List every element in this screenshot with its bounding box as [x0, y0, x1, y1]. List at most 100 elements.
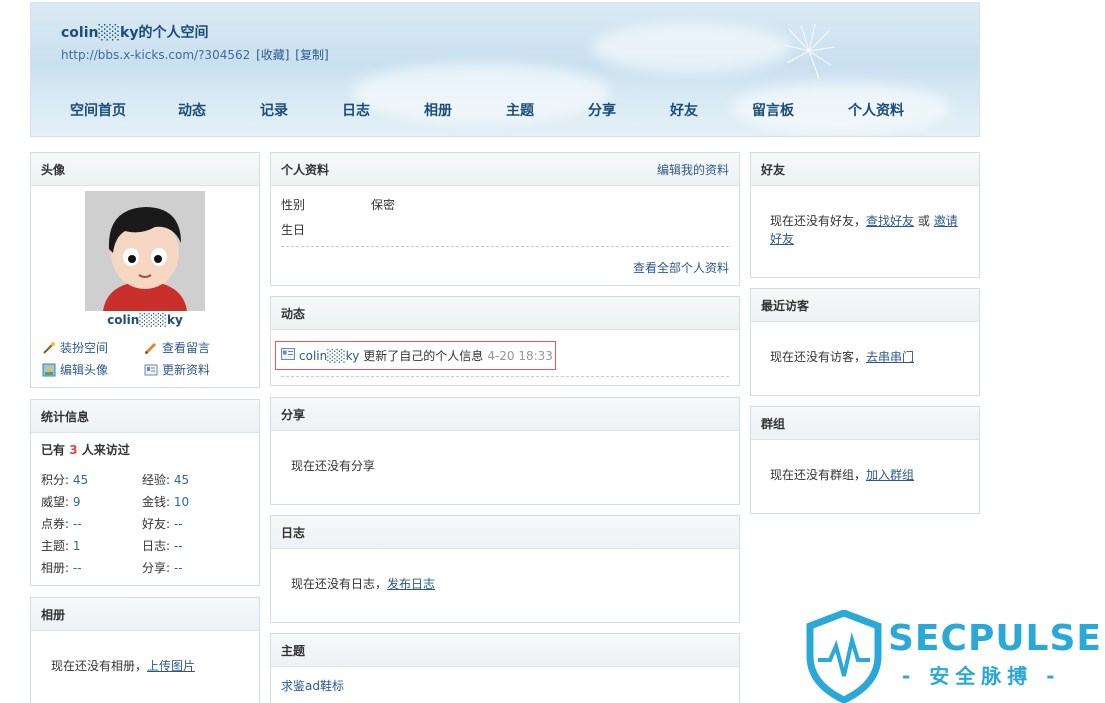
- watermark-brand: SECPULSE: [888, 618, 1103, 659]
- visitors-box: 最近访客 现在还没有访客，去串串门: [750, 288, 980, 396]
- nav-blog[interactable]: 日志: [342, 100, 370, 120]
- groups-empty-text: 现在还没有群组，: [770, 468, 867, 482]
- space-url[interactable]: http://bbs.x-kicks.com/?304562: [61, 48, 250, 62]
- edit-profile-link[interactable]: 编辑我的资料: [657, 161, 729, 178]
- album-empty: 现在还没有相册，上传图片: [31, 631, 259, 691]
- update-profile-action[interactable]: 更新资料: [144, 361, 210, 378]
- stat-coupons: 点券: --: [41, 515, 82, 532]
- profile-box-title: 个人资料: [281, 162, 330, 177]
- visitors-box-header: 最近访客: [751, 289, 979, 322]
- copy-link[interactable]: [复制]: [295, 48, 328, 62]
- nav-friends[interactable]: 好友: [670, 100, 698, 120]
- blog-empty-text: 现在还没有日志，: [291, 577, 388, 591]
- album-box-header: 相册: [31, 598, 259, 631]
- stat-label: 相册:: [41, 561, 70, 575]
- nav-activity[interactable]: 动态: [178, 100, 206, 120]
- go-visit-link[interactable]: 去串串门: [866, 350, 914, 364]
- friends-or-text: 或: [917, 214, 930, 228]
- stat-points: 积分: 45: [41, 471, 88, 488]
- groups-box-header: 群组: [751, 407, 979, 440]
- stat-label: 点券:: [41, 517, 70, 531]
- nav-topics[interactable]: 主题: [506, 100, 534, 120]
- visitors-empty: 现在还没有访客，去串串门: [751, 322, 979, 366]
- nav-share[interactable]: 分享: [588, 100, 616, 120]
- share-box-title: 分享: [281, 407, 306, 422]
- feed-item: colin░░ky 更新了自己的个人信息 4-20 18:33: [275, 341, 556, 370]
- avatar-box-header: 头像: [31, 153, 259, 186]
- decorate-space-label: 装扮空间: [60, 341, 109, 355]
- share-empty: 现在还没有分享: [291, 459, 376, 473]
- nav-profile[interactable]: 个人资料: [848, 100, 904, 120]
- stat-value: 45: [72, 473, 89, 487]
- avatar-cartoon-icon: [85, 191, 205, 311]
- stat-friends: 好友: --: [142, 515, 183, 532]
- avatar-box-title: 头像: [41, 162, 66, 177]
- decorate-space-action[interactable]: 装扮空间: [42, 339, 108, 356]
- edit-avatar-label: 编辑头像: [60, 363, 109, 377]
- image-icon: [42, 363, 56, 377]
- share-box: 分享 现在还没有分享: [270, 397, 740, 505]
- topic-item-link[interactable]: 求鉴ad鞋标: [281, 677, 344, 694]
- birthday-label: 生日: [281, 223, 306, 237]
- gender-label: 性别: [281, 198, 306, 212]
- view-all-profile-link[interactable]: 查看全部个人资料: [633, 259, 729, 276]
- stat-label: 分享:: [142, 561, 171, 575]
- friends-empty-text: 现在还没有好友，: [770, 214, 867, 228]
- topic-box-title: 主题: [281, 643, 306, 658]
- favorite-link[interactable]: [收藏]: [256, 48, 289, 62]
- find-friends-link[interactable]: 查找好友: [866, 214, 914, 228]
- topic-box: 主题 求鉴ad鞋标: [270, 633, 740, 703]
- nav-album[interactable]: 相册: [424, 100, 452, 120]
- feed-text: 更新了自己的个人信息: [363, 349, 484, 363]
- stats-box-title: 统计信息: [41, 409, 90, 424]
- album-empty-text: 现在还没有相册，: [51, 659, 148, 673]
- groups-box: 群组 现在还没有群组，加入群组: [750, 406, 980, 514]
- stat-value: --: [173, 561, 183, 575]
- topic-box-header: 主题: [271, 634, 739, 667]
- stat-blogs: 日志: --: [142, 537, 183, 554]
- view-guestbook-label: 查看留言: [162, 341, 211, 355]
- feed-user-link[interactable]: colin░░ky: [299, 349, 359, 363]
- stat-value: --: [173, 517, 183, 531]
- visitor-prefix: 已有: [41, 443, 66, 457]
- stat-topics: 主题: 1: [41, 537, 81, 554]
- publish-blog-link[interactable]: 发布日志: [387, 577, 435, 591]
- friends-box-header: 好友: [751, 153, 979, 186]
- stat-label: 日志:: [142, 539, 171, 553]
- stat-label: 积分:: [41, 473, 70, 487]
- edit-avatar-action[interactable]: 编辑头像: [42, 361, 108, 378]
- feed-time: 4-20 18:33: [487, 348, 553, 363]
- dandelion-decoration: [784, 23, 836, 80]
- stat-experience: 经验: 45: [142, 471, 189, 488]
- visitor-count: 3: [69, 443, 78, 457]
- stat-label: 好友:: [142, 517, 171, 531]
- stat-prestige: 威望: 9: [41, 493, 81, 510]
- friends-empty: 现在还没有好友，查找好友 或 邀请好友: [751, 186, 979, 248]
- feed-box-title: 动态: [281, 306, 306, 321]
- nav-space-home[interactable]: 空间首页: [70, 100, 126, 120]
- avatar-username[interactable]: colin░░░ky: [31, 313, 259, 327]
- card-icon: [144, 363, 158, 377]
- pencil-icon: [144, 341, 158, 355]
- feed-box: 动态 colin░░ky 更新了自己的个人信息 4-20 18:33: [270, 296, 740, 386]
- join-group-link[interactable]: 加入群组: [866, 468, 914, 482]
- upload-image-link[interactable]: 上传图片: [147, 659, 195, 673]
- stat-label: 经验:: [142, 473, 171, 487]
- nav-guestbook[interactable]: 留言板: [752, 100, 794, 120]
- avatar[interactable]: [85, 191, 205, 311]
- stat-value: --: [72, 561, 82, 575]
- visitor-suffix: 人来访过: [81, 443, 130, 457]
- stat-value: 10: [173, 495, 190, 509]
- nav-records[interactable]: 记录: [260, 100, 288, 120]
- stat-label: 金钱:: [142, 495, 171, 509]
- update-profile-label: 更新资料: [162, 363, 211, 377]
- stat-shares: 分享: --: [142, 559, 183, 576]
- shield-icon: [806, 610, 882, 703]
- stat-albums: 相册: --: [41, 559, 82, 576]
- stat-value: --: [173, 539, 183, 553]
- groups-box-title: 群组: [761, 416, 786, 431]
- profile-box-header: 个人资料 编辑我的资料: [271, 153, 739, 186]
- view-guestbook-action[interactable]: 查看留言: [144, 339, 210, 356]
- space-header: colin░░ky的个人空间 http://bbs.x-kicks.com/?3…: [30, 2, 980, 137]
- blog-box-title: 日志: [281, 525, 306, 540]
